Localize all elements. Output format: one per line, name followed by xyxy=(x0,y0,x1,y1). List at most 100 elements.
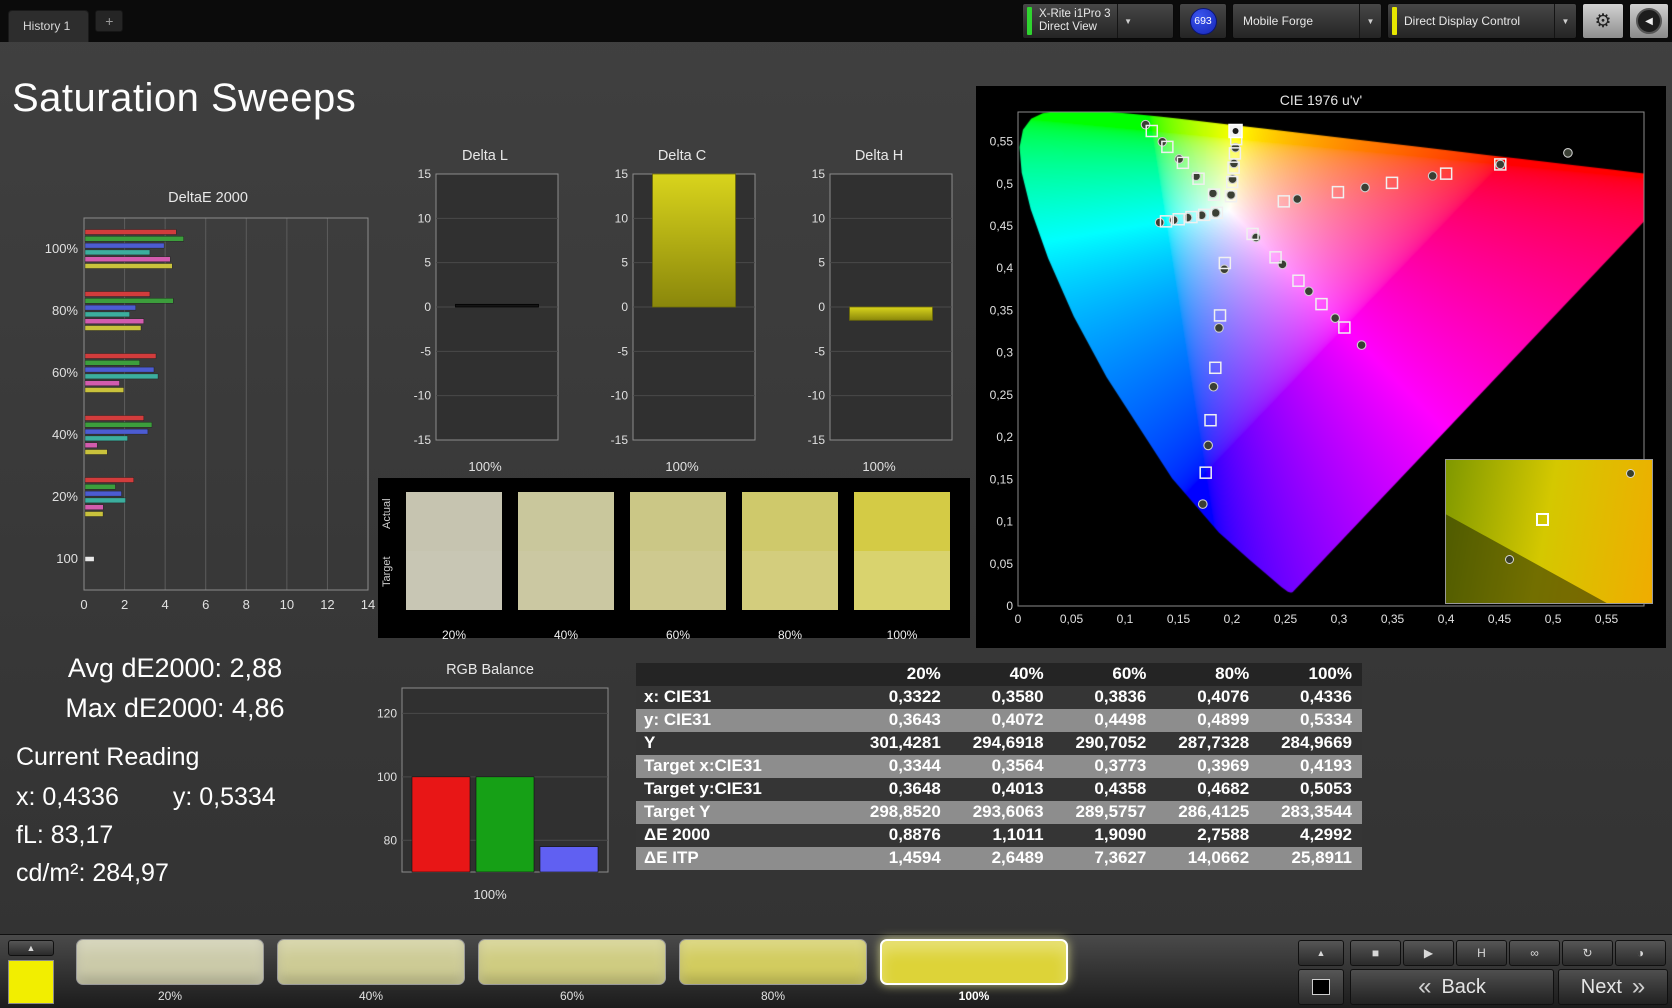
table-cell: 0,4076 xyxy=(1197,687,1250,706)
chevron-down-icon[interactable]: ▼ xyxy=(1116,4,1139,38)
patch-window-button[interactable] xyxy=(1298,969,1344,1005)
settings-button[interactable]: ⚙ xyxy=(1582,3,1624,39)
stop-button[interactable]: ■ xyxy=(1350,940,1401,966)
swatch-label: 40% xyxy=(358,989,384,1003)
svg-text:0,1: 0,1 xyxy=(1117,612,1134,626)
cie-zoom-inset xyxy=(1445,459,1653,604)
top-bar: History 1 + X-Rite i1Pro 3 Direct View ▼… xyxy=(0,0,1672,42)
loop-button[interactable]: ∞ xyxy=(1509,940,1560,966)
table-cell: 0,4899 xyxy=(1197,710,1250,729)
measurement-count-button[interactable]: 693 xyxy=(1179,3,1227,39)
svg-text:-10: -10 xyxy=(808,389,826,403)
sample-swatch-40%[interactable]: 40% xyxy=(277,939,465,1003)
next-button[interactable]: Next » xyxy=(1558,969,1668,1005)
table-row: Y 301,4281 294,6918 290,7052 287,7328 284,966… xyxy=(636,732,1362,755)
add-tab-button[interactable]: + xyxy=(95,10,124,32)
svg-text:0,35: 0,35 xyxy=(1381,612,1405,626)
svg-text:15: 15 xyxy=(812,168,826,181)
selected-patch-swatch[interactable] xyxy=(8,960,54,1004)
back-button[interactable]: « Back xyxy=(1350,969,1554,1005)
svg-text:80: 80 xyxy=(384,833,398,847)
swatch-level-label: 60% xyxy=(665,628,691,642)
svg-text:0,35: 0,35 xyxy=(990,303,1014,317)
svg-text:0,2: 0,2 xyxy=(1224,612,1241,626)
next-label: Next xyxy=(1580,975,1622,998)
table-row-label: Target Y xyxy=(644,802,711,821)
table-cell: 0,3643 xyxy=(888,710,941,729)
display-control-dropdown[interactable]: Direct Display Control ▼ xyxy=(1387,3,1577,39)
swatch-color xyxy=(679,939,867,985)
sample-swatch-list: 20% 40% 60% 80% 100% xyxy=(76,939,1068,1003)
svg-text:60%: 60% xyxy=(52,365,78,380)
collapse-arrow-icon: ◀ xyxy=(1636,8,1662,34)
swatch-level-label: 40% xyxy=(553,628,579,642)
table-row-label: ΔE 2000 xyxy=(644,825,711,844)
svg-text:0: 0 xyxy=(621,300,628,314)
table-cell: 0,3836 xyxy=(1094,687,1147,706)
deltae2000-chart: DeltaE 2000 0 2 4 6 8 10 12 14 100% 80% 60% 40% 20% 1… xyxy=(38,190,378,629)
transport-controls: ■ ▶ H ∞ ↻ ◑ xyxy=(1350,940,1666,966)
window-up-button[interactable]: ▲ xyxy=(1298,940,1344,966)
tab-history-1[interactable]: History 1 xyxy=(8,10,90,42)
delta-l-chart: Delta L 15 10 5 0 -5 -10 -15 100% xyxy=(400,148,570,474)
gear-icon: ⚙ xyxy=(1594,10,1612,32)
table-cell: 0,3322 xyxy=(888,687,941,706)
contrast-button[interactable]: ◑ xyxy=(1615,940,1666,966)
chevron-down-icon[interactable]: ▼ xyxy=(1554,4,1576,38)
svg-text:5: 5 xyxy=(621,256,628,270)
meter-dropdown[interactable]: X-Rite i1Pro 3 Direct View ▼ xyxy=(1022,3,1174,39)
target-swatch-40% xyxy=(518,551,614,610)
delta-c-chart: Delta C 15 10 5 0 -5 -10 -15 100% xyxy=(597,148,767,474)
svg-text:100%: 100% xyxy=(45,241,79,256)
table-cell: 2,7588 xyxy=(1197,825,1250,844)
table-header-row: 20% 40% 60% 80% 100% xyxy=(636,663,1362,686)
table-cell: 0,4013 xyxy=(991,779,1044,798)
delta-c-plot: 15 10 5 0 -5 -10 -15 xyxy=(597,167,767,459)
sample-swatch-20%[interactable]: 20% xyxy=(76,939,264,1003)
table-col-header: 40% xyxy=(1009,664,1044,683)
swatch-column-100%: 100% xyxy=(854,492,950,642)
table-cell: 25,8911 xyxy=(1291,848,1352,867)
play-button[interactable]: ▶ xyxy=(1403,940,1454,966)
patch-size-up-button[interactable]: ▲ xyxy=(8,940,54,956)
swatch-color xyxy=(76,939,264,985)
delta-h-chart-title: Delta H xyxy=(854,148,904,164)
delta-h-xlabel: 100% xyxy=(862,459,896,474)
table-cell: 0,3344 xyxy=(888,756,941,775)
delta-c-xlabel: 100% xyxy=(665,459,699,474)
chevron-down-icon[interactable]: ▼ xyxy=(1359,4,1381,38)
actual-swatch-20% xyxy=(406,492,502,551)
current-fl: fL: 83,17 xyxy=(16,821,114,849)
pattern-source-dropdown[interactable]: Mobile Forge ▼ xyxy=(1232,3,1382,39)
collapse-panel-button[interactable]: ◀ xyxy=(1629,3,1669,39)
table-cell: 298,8520 xyxy=(869,802,941,821)
rgb-balance-chart: RGB Balance 80 100 120 100% xyxy=(362,662,618,902)
svg-text:10: 10 xyxy=(615,211,629,225)
table-row: ΔE 2000 0,8876 1,1011 1,9090 2,7588 4,2992 xyxy=(636,824,1362,847)
delta-l-chart-title: Delta L xyxy=(462,148,508,164)
table-row-label: Target y:CIE31 xyxy=(644,779,762,798)
refresh-button[interactable]: ↻ xyxy=(1562,940,1613,966)
sample-swatch-80%[interactable]: 80% xyxy=(679,939,867,1003)
cie-1976-chart: CIE 1976 u'v' 0 0 0,05 0,05 0,1 0,1 0,15 0,15 0,… xyxy=(976,86,1666,648)
meter-line2: Direct View xyxy=(1039,21,1097,33)
histogram-button[interactable]: H xyxy=(1456,940,1507,966)
rgb-balance-xlabel: 100% xyxy=(473,887,507,902)
sample-swatch-100%[interactable]: 100% xyxy=(880,939,1068,1003)
table-cell: 0,3564 xyxy=(991,756,1044,775)
actual-row-label: Actual xyxy=(381,498,393,529)
svg-text:0,55: 0,55 xyxy=(990,135,1014,149)
actual-swatch-60% xyxy=(630,492,726,551)
delta-c-chart-title: Delta C xyxy=(657,148,707,164)
sample-swatch-60%[interactable]: 60% xyxy=(478,939,666,1003)
svg-text:0,5: 0,5 xyxy=(996,177,1013,191)
table-cell: 294,6918 xyxy=(972,733,1044,752)
svg-text:100: 100 xyxy=(56,551,78,566)
target-swatch-100% xyxy=(854,551,950,610)
svg-text:6: 6 xyxy=(202,597,209,612)
meter-status-indicator xyxy=(1027,7,1032,35)
top-bar-controls: X-Rite i1Pro 3 Direct View ▼ 693 Mobile … xyxy=(1022,0,1672,42)
table-row-label: Y xyxy=(644,733,656,752)
table-row: Target x:CIE31 0,3344 0,3564 0,3773 0,3969 0,… xyxy=(636,755,1362,778)
svg-text:0,5: 0,5 xyxy=(1545,612,1562,626)
